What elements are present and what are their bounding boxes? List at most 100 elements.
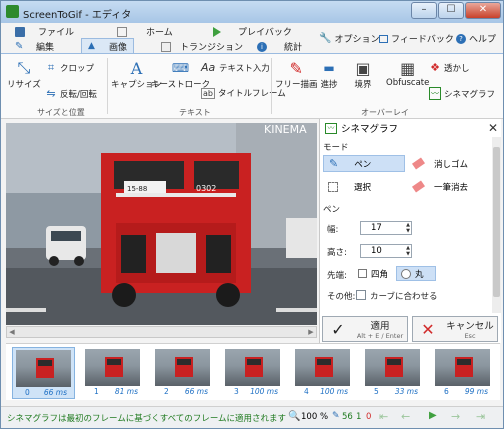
tab-file[interactable]: ファイル — [15, 24, 74, 39]
frame-item[interactable]: 3 100 ms — [222, 347, 285, 399]
cinemagraph-panel: 〰 シネマグラフ ✕ モード ✎ ペン 消しゴム 選択 一筆消去 ペン 幅: 1… — [319, 119, 501, 343]
eraser-stroke-icon — [411, 180, 426, 193]
apply-button[interactable]: ✓ 適用 Alt + E / Enter — [322, 316, 408, 342]
tip-round-option[interactable]: 丸 — [396, 266, 436, 281]
zoom-value[interactable]: 100 — [301, 412, 317, 422]
feedback-link[interactable]: フィードバック — [379, 31, 454, 46]
horizontal-scrollbar[interactable]: ◀ ▶ — [6, 326, 317, 338]
frame-count: 56 — [342, 412, 353, 422]
check-icon: ✓ — [331, 319, 345, 339]
close-button[interactable]: ✕ — [465, 2, 501, 19]
current-frame: 0 — [366, 412, 372, 422]
progress-icon: ▬ — [323, 61, 335, 75]
first-frame-icon[interactable]: ⇤ — [379, 410, 388, 423]
license-plate: 15-88 — [127, 185, 147, 193]
mode-clear-stroke[interactable]: 一筆消去 — [408, 178, 490, 195]
cancel-button[interactable]: ✕ キャンセル Esc — [412, 316, 498, 342]
title-frame-button[interactable]: ab タイトルフレーム — [201, 87, 286, 99]
options-link[interactable]: 🔧 オプション — [319, 31, 379, 46]
stepper-arrows-icon[interactable]: ▲ ▼ — [406, 222, 410, 234]
height-stepper[interactable]: 10 ▲ ▼ — [360, 244, 412, 258]
status-message: シネマグラフは最初のフレームに基づくすべてのフレームに適用されます — [7, 414, 287, 424]
height-label: 高さ: — [327, 248, 347, 258]
app-icon — [6, 5, 19, 18]
frame-strip: 0 66 ms 1 81 ms 2 66 ms 3 100 ms 4 100 ms 5 33… — [6, 343, 500, 400]
panel-close-icon[interactable]: ✕ — [488, 121, 498, 135]
frame-thumbnail — [435, 349, 490, 386]
next-frame-icon[interactable]: → — [451, 410, 460, 423]
frame-thumbnail — [365, 349, 420, 386]
obfuscate-button[interactable]: ▦ Obfuscate — [386, 58, 429, 89]
fit-curve-checkbox[interactable] — [356, 290, 366, 300]
previous-frame-icon[interactable]: ← — [401, 410, 410, 423]
frame-item[interactable]: 6 99 ms — [432, 347, 495, 399]
frame-thumbnail — [225, 349, 280, 386]
fire-truck-photo: KINEMA 15-88 0302 — [6, 123, 317, 325]
ribbon-tabs: ファイル ホーム プレイバック ✎ 編集 ▲ 画像 トランジション i 統計 🔧 — [1, 23, 503, 53]
crop-button[interactable]: ⌗ クロップ — [45, 61, 94, 75]
caption-icon: A — [130, 58, 143, 78]
frame-item[interactable]: 0 66 ms — [12, 347, 75, 399]
text-input-button[interactable]: Aa テキスト入力 — [201, 61, 270, 74]
square-icon — [358, 269, 367, 278]
pen-icon: ✎ — [329, 157, 339, 170]
scroll-thumb[interactable] — [493, 147, 500, 297]
tab-transition[interactable]: トランジション — [161, 39, 243, 54]
tip-square-option[interactable]: 四角 — [354, 266, 392, 281]
frame-item[interactable]: 2 66 ms — [152, 347, 215, 399]
cancel-x-icon: ✕ — [421, 319, 435, 339]
info-icon: i — [257, 41, 267, 52]
stepper-arrows-icon[interactable]: ▲ ▼ — [406, 245, 410, 257]
tab-playback[interactable]: プレイバック — [213, 24, 292, 39]
home-icon — [117, 26, 127, 37]
group-text-caption: テキスト — [179, 108, 211, 117]
frame-item[interactable]: 5 33 ms — [362, 347, 425, 399]
mode-eraser[interactable]: 消しゴム — [408, 155, 490, 172]
mode-select[interactable]: 選択 — [323, 178, 405, 195]
play-frames-icon[interactable]: ▶ — [429, 410, 437, 421]
flip-rotate-button[interactable]: ⇋ 反転/回転 — [45, 87, 96, 100]
maximize-button[interactable]: ☐ — [438, 2, 464, 19]
freedraw-button[interactable]: ✎ フリー描画 — [275, 58, 318, 91]
select-icon — [328, 181, 338, 192]
mode-pen[interactable]: ✎ ペン — [323, 155, 405, 172]
help-link[interactable]: ? ヘルプ — [456, 31, 496, 46]
zoom-icon: 🔍 — [288, 411, 301, 422]
cinemagraph-button[interactable]: 〰 シネマグラフ — [429, 87, 495, 100]
crop-icon: ⌗ — [47, 61, 55, 74]
pencil-icon: ✎ — [15, 40, 24, 52]
flip-icon: ⇋ — [46, 87, 56, 100]
pixelate-icon: ▦ — [400, 58, 416, 78]
frame-item[interactable]: 4 100 ms — [292, 347, 355, 399]
scroll-right-icon[interactable]: ▶ — [306, 327, 316, 337]
help-icon: ? — [456, 33, 466, 44]
width-stepper[interactable]: 17 ▲ ▼ — [360, 221, 412, 235]
truck-number: 0302 — [196, 184, 216, 193]
last-frame-icon[interactable]: ⇥ — [476, 410, 485, 423]
ribbon: ⤡ リサイズ ⌗ クロップ ⇋ 反転/回転 サイズと位置 A キャプション ⌨ … — [1, 53, 503, 119]
watermark-button[interactable]: ❖ 透かし — [429, 61, 469, 74]
frame-thumbnail — [155, 349, 210, 386]
tab-edit[interactable]: ✎ 編集 — [15, 39, 54, 54]
group-size-caption: サイズと位置 — [37, 108, 85, 117]
tab-statistics[interactable]: i 統計 — [257, 39, 302, 54]
progress-button[interactable]: ▬ 進捗 — [319, 58, 339, 90]
brush-icon: ✎ — [289, 58, 303, 78]
frame-item[interactable]: 1 81 ms — [82, 347, 145, 399]
scroll-left-icon[interactable]: ◀ — [7, 327, 17, 337]
other-label: その他: — [327, 292, 356, 302]
window-title: ScreenToGif - エディタ — [23, 10, 132, 21]
panel-scrollbar[interactable] — [492, 137, 501, 313]
frame-thumbnail — [85, 349, 140, 386]
cinemagraph-icon: 〰 — [325, 122, 337, 134]
resize-button[interactable]: ⤡ リサイズ — [7, 58, 41, 90]
transition-icon — [161, 41, 171, 52]
frame-canvas[interactable]: KINEMA 15-88 0302 — [6, 123, 317, 325]
border-button[interactable]: ▣ 境界 — [353, 58, 373, 91]
tab-home[interactable]: ホーム — [117, 24, 173, 39]
divider — [271, 58, 272, 114]
resize-icon: ⤡ — [17, 58, 31, 77]
tab-image[interactable]: ▲ 画像 — [81, 38, 135, 53]
frame-thumbnail — [16, 350, 71, 387]
minimize-button[interactable]: – — [411, 2, 437, 19]
